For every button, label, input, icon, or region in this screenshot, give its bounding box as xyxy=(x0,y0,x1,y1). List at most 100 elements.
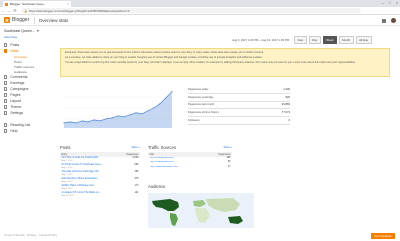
section-title: Traffic Sources xyxy=(148,145,176,150)
sidebar-item-label: Help xyxy=(10,129,18,133)
referrer-link[interactable]: http://m.facebook.com/ xyxy=(150,161,174,164)
sidebar-item-label: Theme xyxy=(10,105,22,109)
chart-point xyxy=(123,116,125,118)
chart-point xyxy=(111,117,113,119)
window-controls: – □ × xyxy=(382,1,398,5)
pageviews-value: 375 xyxy=(134,177,139,181)
pages-icon xyxy=(4,93,8,97)
chart-point xyxy=(63,122,65,124)
notice-paragraph: European Union laws require you to give … xyxy=(65,51,264,54)
chart-point xyxy=(81,120,83,122)
tab-close-icon[interactable]: × xyxy=(67,2,71,6)
avatar[interactable] xyxy=(391,18,396,23)
audience-world-map[interactable] xyxy=(148,193,254,228)
sidebar-item-label: Posts xyxy=(10,43,20,47)
posts-table: Entry Pageviews Vinh Hien & Cook-Up Cook… xyxy=(60,152,140,198)
campaigns-icon xyxy=(4,87,8,91)
brand-name[interactable]: Blogger xyxy=(12,17,29,23)
date-range-toolbar: Aug 3, 2017 1:00 PM – Aug 10, 2017 1:00 … xyxy=(232,36,372,44)
referrer-link[interactable]: https://www.facebook.com/ xyxy=(150,166,178,169)
notice-paragraph: You are responsible for confirming this … xyxy=(65,60,356,64)
view-blog-link[interactable]: View blog xyxy=(4,35,55,39)
help-icon xyxy=(4,129,8,133)
sidebar-item-label: Stats xyxy=(10,49,19,53)
date-range-label: Aug 3, 2017 1:00 PM – Aug 10, 2017 1:00 … xyxy=(232,37,290,42)
range-week-button[interactable]: Week xyxy=(322,36,337,44)
blog-selector[interactable]: Southeast Queen... ▾ xyxy=(4,29,55,33)
header-divider xyxy=(34,16,35,24)
range-now-button[interactable]: Now xyxy=(294,36,307,44)
sidebar-item-label: Settings xyxy=(10,111,24,115)
apps-grid-icon[interactable] xyxy=(382,18,386,23)
address-bar-row: ← → ⟳ 🔒 https://www.blogger.com/u/1/blog… xyxy=(0,7,400,15)
blogger-favicon-icon xyxy=(5,2,8,6)
stats-table: Pageviews today 1,300 Pageviews yesterda… xyxy=(188,86,290,125)
range-all-time-button[interactable]: All time xyxy=(355,36,372,44)
stat-row: Followers 0 xyxy=(188,117,290,125)
stat-row: Pageviews today 1,300 xyxy=(188,86,290,94)
stat-label: Pageviews today xyxy=(188,87,209,91)
chart-point xyxy=(165,97,167,99)
sidebar-item-label: Campaigns xyxy=(10,87,29,91)
chart-point xyxy=(99,120,101,122)
sidebar-item-label: Earnings xyxy=(10,81,25,85)
chart-point xyxy=(117,115,119,117)
send-feedback-button[interactable]: Send feedback xyxy=(371,233,395,239)
sidebar-item-label: Pages xyxy=(10,93,21,97)
pageviews-value: 2,063 xyxy=(132,156,139,160)
stat-value: 0 xyxy=(288,119,291,123)
chart-point xyxy=(93,119,95,121)
lock-icon: 🔒 xyxy=(24,8,28,13)
stat-label: Pageviews last month xyxy=(188,103,215,107)
sidebar-item-label: Reading List xyxy=(10,123,31,127)
stat-label: Pageviews all time history xyxy=(188,111,219,115)
pageviews-chart xyxy=(62,91,174,128)
range-day-button[interactable]: Day xyxy=(308,36,321,44)
stat-value: 26,883 xyxy=(281,103,290,107)
stats-icon xyxy=(4,49,8,53)
chart-point xyxy=(105,118,107,120)
reload-icon[interactable]: ⟳ xyxy=(12,8,18,13)
maximize-icon[interactable]: □ xyxy=(389,1,391,5)
sidebar-footer-links[interactable]: Terms of Service · Privacy · Content Pol… xyxy=(4,233,57,237)
url-text: https://www.blogger.com/u/1/blogger.g?bl… xyxy=(28,8,130,13)
stat-value: 826 xyxy=(285,95,290,99)
pageviews-value: 383 xyxy=(134,170,139,174)
sidebar: Southeast Queen... ▾ View blog Posts Sta… xyxy=(0,26,57,241)
table-row[interactable]: https://www.facebook.com/ 17 xyxy=(148,165,232,169)
reading-list-icon xyxy=(4,123,8,127)
minimize-icon[interactable]: – xyxy=(382,1,384,5)
pageviews-value: 556 xyxy=(134,163,139,167)
browser-tabstrip: Blogger: Southeast Quee... × – □ × xyxy=(0,0,400,7)
stat-label: Pageviews yesterday xyxy=(188,95,214,99)
stat-row: Pageviews all time history 77,073 xyxy=(188,109,290,118)
table-row[interactable]: An August 8 To Joins The Battle on... Aug… xyxy=(60,191,140,198)
referrer-link[interactable]: http://m.facebook.com/ xyxy=(150,157,174,160)
stat-value: 1,300 xyxy=(283,87,290,91)
post-date: Aug 10, 2017 xyxy=(61,194,74,197)
pageviews-value: 63 xyxy=(227,160,231,164)
pageviews-value: 141 xyxy=(134,191,139,195)
earnings-icon xyxy=(4,81,8,85)
chevron-down-icon: ▾ xyxy=(36,29,39,33)
traffic-table: URL Pageviews http://m.facebook.com/ 183… xyxy=(148,152,232,169)
url-input[interactable]: 🔒 https://www.blogger.com/u/1/blogger.g?… xyxy=(21,8,361,13)
pageviews-value: 17 xyxy=(227,164,231,168)
blogger-logo-icon[interactable]: B xyxy=(4,17,10,23)
range-month-button[interactable]: Month xyxy=(338,36,354,44)
chart-point xyxy=(69,121,71,123)
sidebar-item-help[interactable]: Help xyxy=(0,128,55,134)
posts-icon xyxy=(4,43,8,47)
stat-row: Pageviews last month 26,883 xyxy=(188,102,290,110)
header-actions xyxy=(382,18,396,23)
section-title: Posts xyxy=(60,145,71,150)
traffic-more-link[interactable]: More » xyxy=(224,146,232,149)
notice-paragraph: As a courtesy, we have added a notice on… xyxy=(65,55,263,59)
blogger-header: B Blogger Overview stats xyxy=(0,15,400,26)
blog-name: Southeast Queen... xyxy=(4,29,35,33)
close-window-icon[interactable]: × xyxy=(396,1,398,5)
chart-point xyxy=(75,122,77,124)
sidebar-nav: Posts Stats Overview Posts Traffic sourc… xyxy=(0,42,55,134)
posts-section: Posts More » Entry Pageviews Vinh Hien &… xyxy=(60,145,140,205)
posts-more-link[interactable]: More » xyxy=(132,146,140,149)
